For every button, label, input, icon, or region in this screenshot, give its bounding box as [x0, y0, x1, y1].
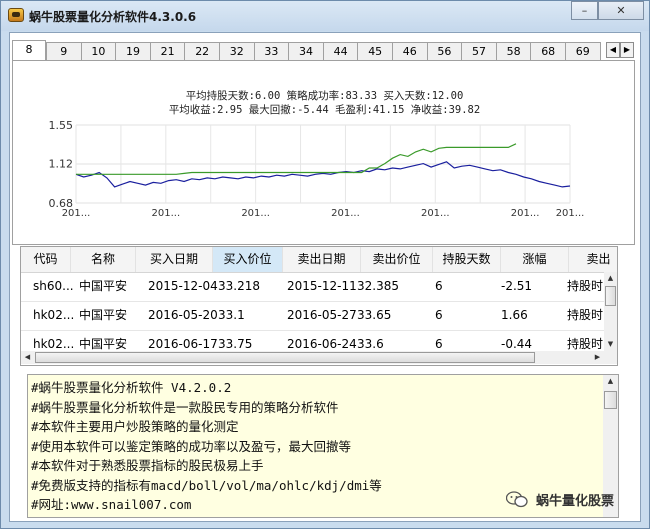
scroll-down-icon[interactable]: ▼ [604, 338, 617, 351]
table-cell: -2.51 [501, 279, 533, 293]
tab-68[interactable]: 68 [530, 42, 566, 60]
column-header[interactable]: 卖出价位 [361, 247, 433, 272]
table-vertical-scrollbar[interactable]: ▲ ▼ [604, 272, 617, 364]
tab-58[interactable]: 58 [495, 42, 532, 60]
table-row[interactable]: sh60... 中国平安 2015-12-04 33.218 2015-12-11 32.… [21, 272, 617, 302]
tab-46[interactable]: 46 [392, 42, 428, 60]
y-tick-label: 1.12 [49, 158, 74, 171]
tab-8[interactable]: 8 [12, 40, 46, 61]
x-tick-label: 201... [331, 208, 360, 219]
info-log[interactable]: #蜗牛股票量化分析软件 V4.2.0.2 #蜗牛股票量化分析软件是一款股民专用的策… [27, 374, 619, 518]
x-tick-label: 201... [152, 208, 181, 219]
column-header[interactable]: 持股天数 [433, 247, 501, 272]
table-cell: 1.66 [501, 308, 528, 322]
log-line: #使用本软件可以鉴定策略的成功率以及盈亏，最大回撤等 [31, 438, 352, 454]
column-header[interactable]: 买入价位 [213, 247, 283, 272]
tab-19[interactable]: 19 [115, 42, 151, 60]
column-header[interactable]: 代码 [21, 247, 71, 272]
table-cell: 2015-12-04 [148, 279, 218, 293]
log-scroll-up-icon[interactable]: ▲ [603, 375, 618, 388]
tab-9[interactable]: 9 [46, 42, 82, 60]
x-tick-label: 201... [556, 208, 585, 219]
x-tick-label: 201... [241, 208, 270, 219]
log-line: #网址:www.snail007.com [31, 497, 192, 512]
minimize-icon: – [581, 4, 588, 17]
scroll-right-icon[interactable]: ▶ [591, 351, 604, 364]
log-line: #免费版支持的指标有macd/boll/vol/ma/ohlc/kdj/dmi等 [31, 477, 382, 493]
strategy-tabs: 8 9 10 19 21 22 32 33 34 44 45 46 56 57 58 68 69 ◀ ▶ [12, 40, 634, 61]
column-header[interactable]: 涨幅 [501, 247, 569, 272]
scroll-left-icon[interactable]: ◀ [21, 351, 34, 364]
y-tick-label: 1.55 [49, 119, 74, 132]
tab-56[interactable]: 56 [426, 42, 463, 60]
minimize-button[interactable]: – [571, 1, 598, 20]
series-line-1 [76, 143, 517, 175]
title-bar[interactable]: 蜗牛股票量化分析软件4.3.0.6 – ✕ [1, 1, 649, 31]
table-cell: 中国平安 [79, 308, 128, 322]
scroll-thumb[interactable] [605, 286, 616, 306]
tab-21[interactable]: 21 [149, 42, 186, 60]
trades-table: 代码 名称 买入日期 买入价位 卖出日期 卖出价位 持股天数 涨幅 卖出 sh60... 中国平安… [20, 246, 618, 366]
table-cell: 中国平安 [79, 279, 128, 293]
table-cell: 33.1 [218, 308, 245, 322]
h-scroll-thumb[interactable] [35, 352, 535, 363]
column-header[interactable]: 卖出日期 [283, 247, 361, 272]
log-scroll-thumb[interactable] [604, 391, 617, 409]
table-header: 代码 名称 买入日期 买入价位 卖出日期 卖出价位 持股天数 涨幅 卖出 [21, 247, 617, 273]
tab-scroll-left-icon[interactable]: ◀ [606, 42, 620, 58]
table-cell: 2015-12-11 [287, 279, 357, 293]
table-cell: sh60... [33, 279, 74, 293]
tab-45[interactable]: 45 [357, 42, 393, 60]
tab-57[interactable]: 57 [461, 42, 497, 60]
tab-44[interactable]: 44 [322, 42, 359, 60]
log-line: #本软件对于熟悉股票指标的股民极易上手 [31, 458, 264, 473]
column-header[interactable]: 名称 [71, 247, 136, 272]
scroll-up-icon[interactable]: ▲ [604, 272, 617, 285]
table-cell: 2016-05-20 [148, 308, 218, 322]
table-horizontal-scrollbar[interactable]: ◀ ▶ [21, 351, 604, 364]
equity-chart: 1.551.120.68201... 201... 201... 201... 201.… [49, 119, 585, 219]
table-cell: 2016-05-27 [287, 308, 357, 322]
table-cell: 32.385 [357, 279, 399, 293]
table-cell: hk02... [33, 308, 75, 322]
window-title: 蜗牛股票量化分析软件4.3.0.6 [29, 10, 197, 24]
column-header[interactable]: 买入日期 [136, 247, 213, 272]
tab-scroll-right-icon[interactable]: ▶ [620, 42, 634, 58]
x-tick-label: 201... [511, 208, 540, 219]
close-button[interactable]: ✕ [598, 1, 644, 20]
app-icon [8, 8, 24, 22]
tab-32[interactable]: 32 [219, 42, 255, 60]
tab-34[interactable]: 34 [288, 42, 324, 60]
tab-22[interactable]: 22 [184, 42, 220, 60]
log-line: #蜗牛股票量化分析软件 V4.2.0.2 [31, 380, 232, 395]
log-line: #蜗牛股票量化分析软件是一款股民专用的策略分析软件 [31, 399, 339, 415]
column-header[interactable]: 卖出 [569, 247, 617, 272]
stats-line-1: 平均持股天数:6.00 策略成功率:83.33 买入天数:12.00 [185, 90, 464, 102]
table-cell: 6 [435, 308, 443, 322]
tab-33[interactable]: 33 [253, 42, 290, 60]
table-cell: 6 [435, 279, 443, 293]
x-tick-label: 201... [421, 208, 450, 219]
close-icon: ✕ [616, 4, 626, 17]
log-line: #本软件主要用户炒股策略的量化测定 [31, 419, 239, 434]
watermark-text: 蜗牛量化股票 [536, 494, 615, 509]
table-cell: 33.218 [218, 279, 260, 293]
table-row[interactable]: hk02... 中国平安 2016-05-20 33.1 2016-05-27 33.65… [21, 301, 617, 331]
x-tick-label: 201... [62, 208, 91, 219]
tab-69[interactable]: 69 [565, 42, 601, 60]
tab-10[interactable]: 10 [80, 42, 117, 60]
table-cell: 33.65 [357, 308, 392, 322]
wechat-icon [506, 491, 528, 508]
